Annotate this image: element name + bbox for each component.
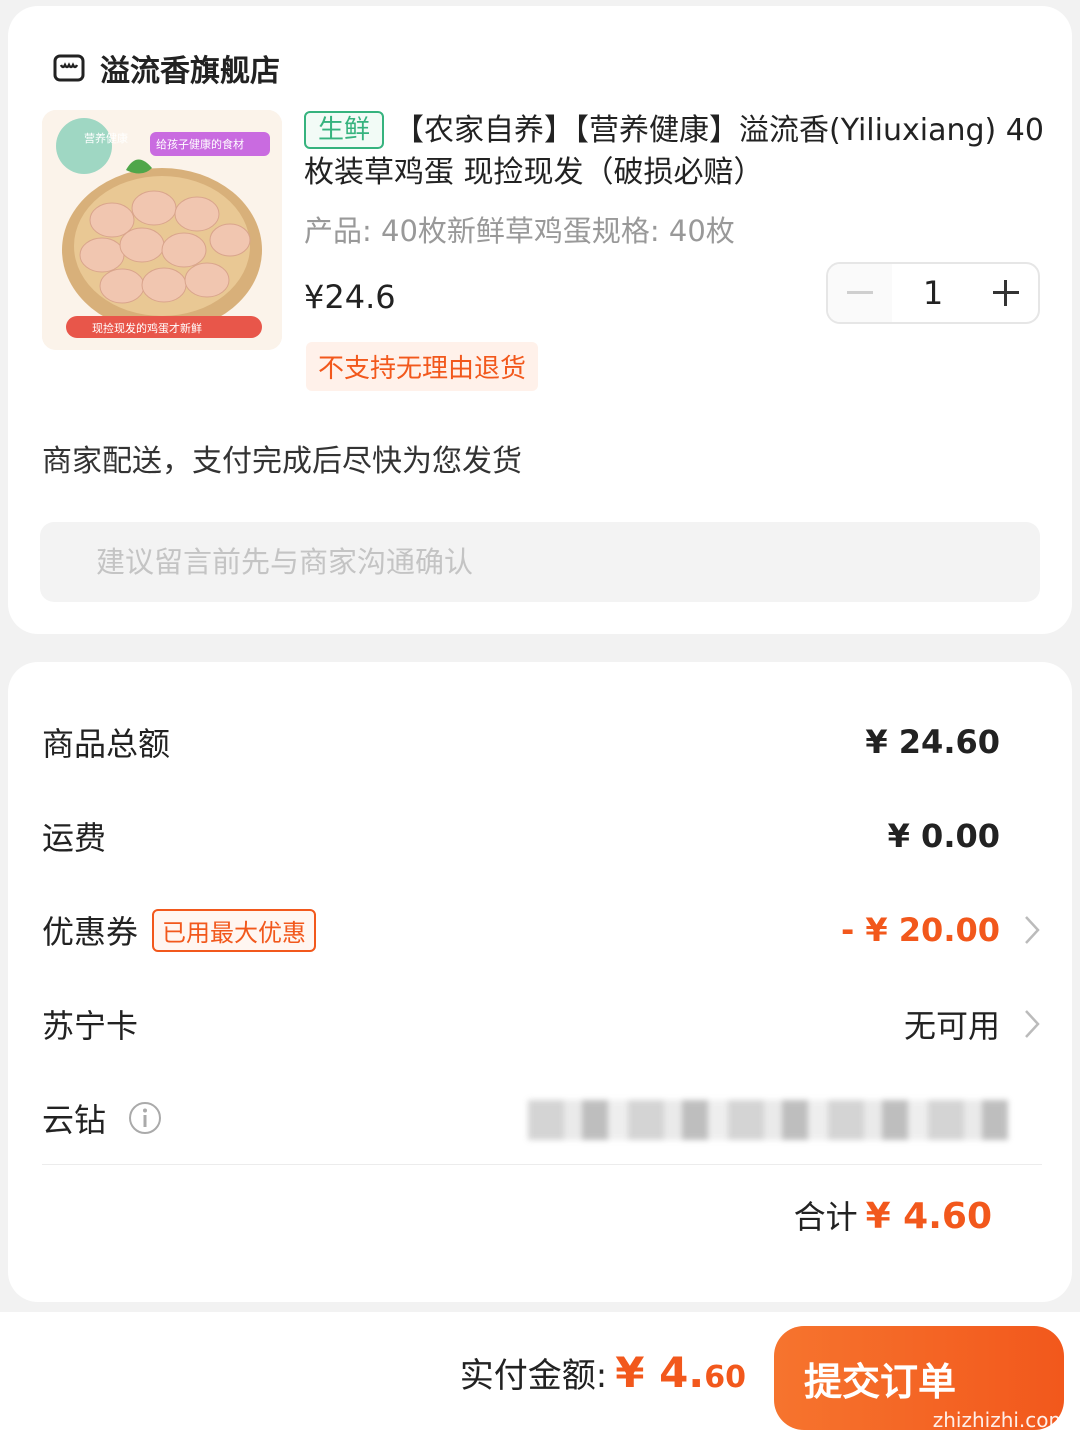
pay-amount-main: ¥ 4. [615, 1348, 705, 1397]
shop-name: 溢流香旗舰店 [100, 54, 280, 89]
quantity-stepper: 1 [826, 262, 1040, 324]
shipping-value: ¥ 0.00 [887, 817, 1000, 855]
product-price: ¥24.6 [304, 278, 396, 316]
total-label: 合计 [793, 1198, 858, 1236]
shipping-row: 运费 ¥ 0.00 [42, 806, 1042, 866]
plus-icon [993, 280, 1019, 306]
goods-total-value: ¥ 24.60 [865, 723, 1000, 761]
quantity-value[interactable]: 1 [892, 274, 974, 312]
product-title-text: 【农家自养】【营养健康】溢流香(Yiliuxiang) 40枚装草鸡蛋 现捡现发… [304, 113, 1044, 190]
shop-header[interactable]: 溢流香旗舰店 [52, 46, 280, 90]
product-title[interactable]: 生鲜 【农家自养】【营养健康】溢流香(Yiliuxiang) 40枚装草鸡蛋 现捡… [304, 110, 1044, 194]
svg-text:营养健康: 营养健康 [84, 131, 128, 145]
fresh-tag: 生鲜 [304, 111, 385, 149]
increase-button[interactable] [974, 264, 1038, 322]
shipping-label: 运费 [42, 819, 107, 857]
chevron-right-icon [1025, 1010, 1040, 1038]
goods-total-row: 商品总额 ¥ 24.60 [42, 712, 1042, 772]
coupon-value: - ¥ 20.00 [840, 911, 1000, 949]
checkout-bar: 实付金额: ¥ 4.60 提交订单 zhizhizhi.com [0, 1312, 1080, 1440]
coupon-row[interactable]: 优惠券 已用最大优惠 - ¥ 20.00 [42, 900, 1042, 960]
price-summary-card: 商品总额 ¥ 24.60 运费 ¥ 0.00 优惠券 已用最大优惠 - ¥ 20… [8, 662, 1072, 1302]
suning-card-label: 苏宁卡 [42, 1007, 139, 1045]
divider [42, 1164, 1042, 1165]
watermark: zhizhizhi.com [932, 1408, 1068, 1432]
svg-text:给孩子健康的食材: 给孩子健康的食材 [156, 137, 244, 151]
coupon-best-tag: 已用最大优惠 [152, 908, 317, 952]
pay-amount: 实付金额: ¥ 4.60 [460, 1348, 746, 1397]
delivery-info: 商家配送，支付完成后尽快为您发货 [42, 444, 522, 479]
decrease-button[interactable] [828, 264, 892, 322]
product-image[interactable]: 营养健康 给孩子健康的食材 现捡现发的鸡蛋才新鲜 [42, 110, 282, 350]
product-info: 生鲜 【农家自养】【营养健康】溢流香(Yiliuxiang) 40枚装草鸡蛋 现捡… [304, 110, 1044, 250]
total-value: ¥ 4.60 [865, 1196, 992, 1237]
product-spec[interactable]: 产品: 40枚新鲜草鸡蛋规格: 40枚 [304, 208, 1044, 250]
coupon-label: 优惠券 [42, 913, 139, 951]
pay-amount-label: 实付金额: [459, 1356, 608, 1396]
pay-amount-cents: 60 [704, 1360, 746, 1395]
cloud-diamond-label: 云钻 [42, 1101, 107, 1139]
info-icon[interactable] [128, 1101, 162, 1135]
order-note-input[interactable] [40, 522, 1040, 602]
suning-card-row[interactable]: 苏宁卡 无可用 [42, 994, 1042, 1054]
chevron-right-icon [1025, 916, 1040, 944]
egg-basket-image: 营养健康 给孩子健康的食材 现捡现发的鸡蛋才新鲜 [42, 110, 282, 350]
order-total: 合计 ¥ 4.60 [794, 1192, 992, 1238]
svg-text:现捡现发的鸡蛋才新鲜: 现捡现发的鸡蛋才新鲜 [92, 321, 202, 335]
store-icon [53, 54, 85, 82]
return-policy-badge: 不支持无理由退货 [306, 342, 539, 391]
minus-icon [847, 291, 873, 294]
shop-card: 溢流香旗舰店 营养健康 给孩子健康的食材 现捡现发的鸡蛋才新鲜 生鲜 【农家自养… [8, 6, 1072, 634]
redacted-diamond-info [528, 1100, 1008, 1140]
cloud-diamond-row: 云钻 [42, 1088, 1042, 1148]
suning-card-value: 无可用 [903, 1007, 1000, 1045]
goods-total-label: 商品总额 [42, 725, 171, 763]
